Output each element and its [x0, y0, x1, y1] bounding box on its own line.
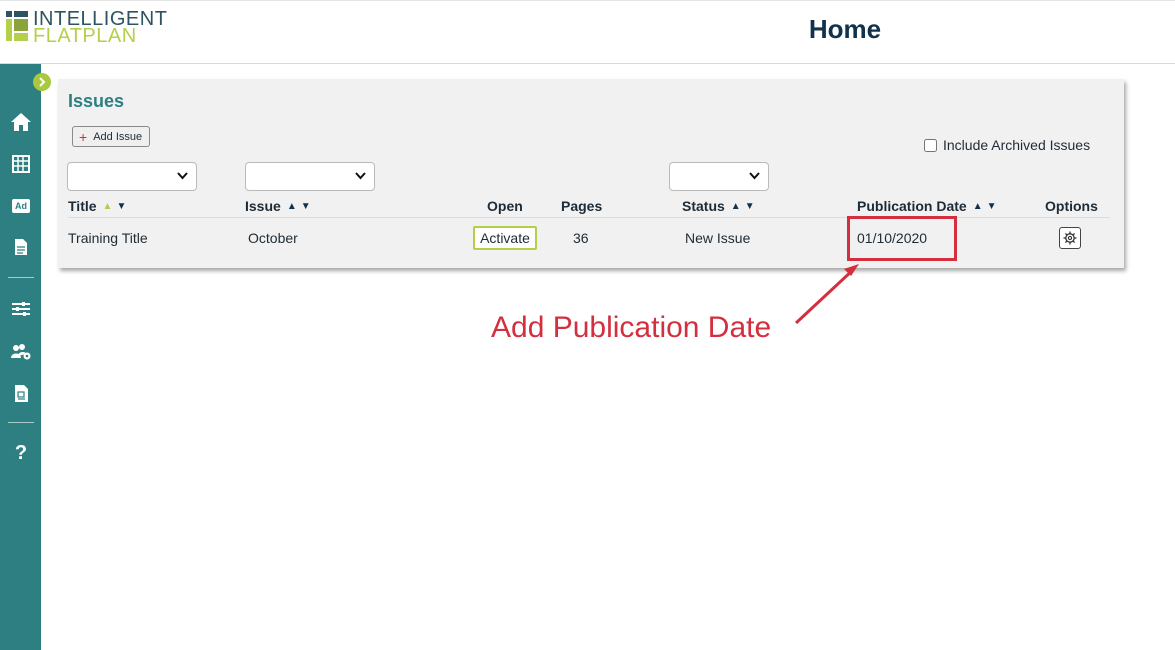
plus-icon: + — [79, 128, 88, 145]
include-archived-checkbox[interactable] — [924, 138, 937, 152]
cell-pages: 36 — [573, 230, 589, 246]
grid-icon[interactable] — [10, 153, 32, 175]
gear-icon — [1063, 231, 1077, 245]
sidebar-divider — [8, 277, 34, 278]
column-options-label: Options — [1045, 198, 1098, 214]
issues-panel: Issues + Add Issue Include Archived Issu… — [58, 79, 1124, 268]
document-icon[interactable] — [10, 236, 32, 258]
activate-button[interactable]: Activate — [473, 226, 537, 250]
ad-icon-label: Ad — [12, 199, 30, 213]
home-icon[interactable] — [10, 111, 32, 133]
chevron-down-icon — [749, 169, 760, 183]
column-header-title[interactable]: Title ▲▼ — [68, 198, 130, 214]
column-title-label: Title — [68, 198, 97, 214]
users-gear-icon[interactable] — [10, 341, 32, 363]
sort-arrows-icon[interactable]: ▲▼ — [731, 201, 759, 212]
annotation-text: Add Publication Date — [491, 311, 772, 344]
sort-arrows-icon[interactable]: ▲▼ — [103, 201, 131, 212]
chevron-down-icon — [177, 169, 188, 183]
include-archived-label: Include Archived Issues — [943, 137, 1091, 153]
sliders-icon[interactable] — [10, 298, 32, 320]
annotation-arrow-icon — [794, 264, 859, 325]
column-status-label: Status — [682, 198, 725, 214]
column-header-issue[interactable]: Issue ▲▼ — [245, 198, 315, 214]
status-filter-select[interactable] — [669, 162, 769, 191]
column-header-status[interactable]: Status ▲▼ — [682, 198, 759, 214]
column-publication-date-label: Publication Date — [857, 198, 967, 214]
issue-filter-select[interactable] — [245, 162, 375, 191]
column-header-options: Options — [1045, 198, 1098, 214]
header-bar: INTELLIGENT FLATPLAN Home — [0, 0, 1175, 64]
sidebar-expand-icon[interactable] — [33, 73, 51, 91]
sidebar-divider — [8, 422, 34, 423]
page-title: Home — [808, 14, 882, 44]
issues-title: Issues — [68, 91, 125, 111]
column-issue-label: Issue — [245, 198, 281, 214]
options-button[interactable] — [1059, 227, 1081, 249]
column-pages-label: Pages — [561, 198, 603, 214]
cell-issue: October — [248, 230, 298, 246]
add-issue-button[interactable]: + Add Issue — [72, 126, 150, 147]
column-header-publication-date[interactable]: Publication Date ▲▼ — [857, 198, 1000, 214]
cell-status: New Issue — [685, 230, 751, 246]
chevron-down-icon — [355, 169, 366, 183]
column-header-pages: Pages — [561, 198, 602, 214]
sort-arrows-icon[interactable]: ▲▼ — [287, 201, 315, 212]
add-issue-label: Add Issue — [93, 130, 143, 143]
title-filter-select[interactable] — [67, 162, 197, 191]
report-icon[interactable] — [10, 382, 32, 404]
ad-icon[interactable]: Ad — [10, 195, 32, 217]
column-header-open: Open — [487, 198, 523, 214]
sort-arrows-icon[interactable]: ▲▼ — [973, 201, 1001, 212]
help-icon[interactable]: ? — [10, 442, 32, 464]
cell-title[interactable]: Training Title — [68, 230, 148, 246]
sidebar: Ad ? — [0, 64, 41, 650]
include-archived-toggle[interactable]: Include Archived Issues — [924, 137, 1090, 153]
column-open-label: Open — [487, 198, 523, 214]
